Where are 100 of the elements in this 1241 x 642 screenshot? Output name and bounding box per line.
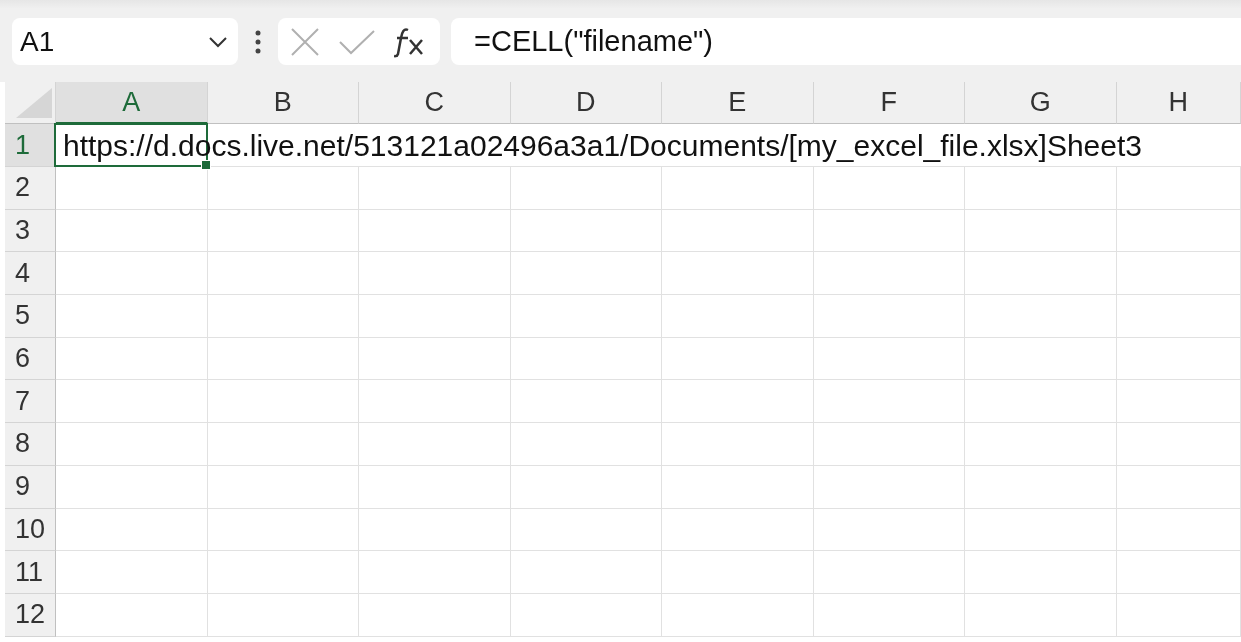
column-header[interactable]: F bbox=[813, 82, 965, 124]
row-header[interactable]: 9 bbox=[5, 465, 56, 509]
row-header[interactable]: 10 bbox=[5, 508, 56, 552]
grid-cell[interactable] bbox=[813, 380, 965, 424]
grid-cell[interactable] bbox=[207, 551, 359, 594]
row-header[interactable]: 8 bbox=[5, 423, 56, 466]
grid-cell[interactable] bbox=[662, 295, 814, 338]
grid-cell[interactable] bbox=[359, 167, 511, 210]
grid-cell[interactable] bbox=[56, 209, 208, 253]
grid-cell[interactable] bbox=[813, 209, 965, 253]
grid-cell[interactable] bbox=[965, 252, 1117, 296]
grid-cell[interactable] bbox=[1116, 593, 1241, 637]
grid-cell[interactable] bbox=[1116, 465, 1241, 509]
grid-cell[interactable] bbox=[662, 252, 814, 296]
grid-cell[interactable] bbox=[1116, 167, 1241, 210]
grid-cell[interactable] bbox=[359, 380, 511, 424]
grid-cell[interactable] bbox=[56, 423, 208, 466]
grid-cell[interactable] bbox=[813, 551, 965, 594]
grid-cell[interactable] bbox=[965, 465, 1117, 509]
cancel-icon[interactable] bbox=[290, 26, 320, 57]
grid-cell[interactable] bbox=[510, 167, 662, 210]
grid-cell[interactable] bbox=[965, 337, 1117, 381]
grid-cell[interactable] bbox=[965, 209, 1117, 253]
grid-cell[interactable] bbox=[965, 508, 1117, 552]
grid-cell[interactable] bbox=[359, 209, 511, 253]
grid-cell[interactable] bbox=[359, 508, 511, 552]
grid-cell[interactable] bbox=[662, 209, 814, 253]
grid-cell[interactable] bbox=[1116, 252, 1241, 296]
grid-cell[interactable] bbox=[359, 465, 511, 509]
grid-cell[interactable] bbox=[510, 252, 662, 296]
grid-cell[interactable] bbox=[1116, 423, 1241, 466]
grid-cell[interactable] bbox=[510, 551, 662, 594]
column-header[interactable]: C bbox=[359, 82, 511, 124]
grid-cell[interactable] bbox=[813, 252, 965, 296]
grid-cell[interactable] bbox=[662, 593, 814, 637]
grid-cell[interactable] bbox=[1116, 380, 1241, 424]
grid-cell[interactable] bbox=[813, 593, 965, 637]
grid-cell[interactable] bbox=[510, 337, 662, 381]
grid-cell[interactable] bbox=[56, 252, 208, 296]
grid-cell[interactable] bbox=[1116, 295, 1241, 338]
grid-cell[interactable] bbox=[207, 167, 359, 210]
grid-cell[interactable] bbox=[207, 593, 359, 637]
grid-cell[interactable] bbox=[510, 209, 662, 253]
column-header[interactable]: E bbox=[662, 82, 814, 124]
grid-cell[interactable] bbox=[56, 167, 208, 210]
grid-cell[interactable] bbox=[510, 295, 662, 338]
row-header[interactable]: 5 bbox=[5, 295, 56, 338]
grid-cell[interactable] bbox=[965, 167, 1117, 210]
grid-cell[interactable] bbox=[1116, 508, 1241, 552]
row-header[interactable]: 1 bbox=[5, 124, 56, 167]
grid-cell[interactable] bbox=[662, 508, 814, 552]
grid-cell[interactable] bbox=[662, 167, 814, 210]
row-header[interactable]: 3 bbox=[5, 209, 56, 253]
column-header[interactable]: A bbox=[56, 82, 208, 124]
grid-cell[interactable] bbox=[207, 337, 359, 381]
grid-cell[interactable] bbox=[662, 380, 814, 424]
grid-cell[interactable] bbox=[662, 465, 814, 509]
row-header[interactable]: 6 bbox=[5, 337, 56, 381]
grid-cell[interactable] bbox=[359, 295, 511, 338]
grid-cell[interactable] bbox=[510, 380, 662, 424]
grid-cell[interactable] bbox=[359, 551, 511, 594]
grid-cell[interactable] bbox=[359, 337, 511, 381]
grid-cell[interactable] bbox=[56, 465, 208, 509]
grid-cell[interactable] bbox=[813, 337, 965, 381]
grid-cell[interactable] bbox=[813, 465, 965, 509]
grid-cell[interactable] bbox=[813, 508, 965, 552]
grid-cell[interactable] bbox=[965, 423, 1117, 466]
grid-cell[interactable] bbox=[207, 465, 359, 509]
fill-handle[interactable] bbox=[201, 160, 211, 170]
row-header[interactable]: 4 bbox=[5, 252, 56, 296]
more-icon[interactable] bbox=[255, 30, 261, 54]
select-all-icon[interactable] bbox=[16, 88, 52, 118]
grid-cell[interactable] bbox=[359, 593, 511, 637]
grid-cell[interactable] bbox=[662, 423, 814, 466]
grid-cell[interactable] bbox=[510, 508, 662, 552]
grid-cell[interactable] bbox=[56, 337, 208, 381]
grid-cell[interactable] bbox=[965, 551, 1117, 594]
grid-cell[interactable] bbox=[1116, 337, 1241, 381]
grid-cell[interactable] bbox=[207, 423, 359, 466]
column-header[interactable]: D bbox=[510, 82, 662, 124]
grid-cell[interactable] bbox=[56, 593, 208, 637]
grid-cell[interactable] bbox=[965, 593, 1117, 637]
grid-cell[interactable] bbox=[207, 252, 359, 296]
grid-cell[interactable] bbox=[510, 423, 662, 466]
row-header[interactable]: 12 bbox=[5, 593, 56, 637]
grid-cell[interactable] bbox=[359, 252, 511, 296]
grid-cell[interactable] bbox=[207, 295, 359, 338]
grid-cell[interactable] bbox=[813, 295, 965, 338]
grid-cell[interactable] bbox=[207, 508, 359, 552]
name-box[interactable]: A1 bbox=[12, 18, 238, 65]
column-header[interactable]: G bbox=[965, 82, 1117, 124]
grid-cell[interactable] bbox=[207, 209, 359, 253]
enter-icon[interactable] bbox=[338, 28, 376, 55]
formula-field[interactable]: =CELL("filename") bbox=[451, 18, 1241, 65]
grid-cell[interactable] bbox=[965, 380, 1117, 424]
grid-cell[interactable] bbox=[965, 295, 1117, 338]
row-header[interactable]: 7 bbox=[5, 380, 56, 424]
grid-cell[interactable] bbox=[813, 167, 965, 210]
grid-cell[interactable] bbox=[510, 593, 662, 637]
grid-cell[interactable] bbox=[1116, 209, 1241, 253]
